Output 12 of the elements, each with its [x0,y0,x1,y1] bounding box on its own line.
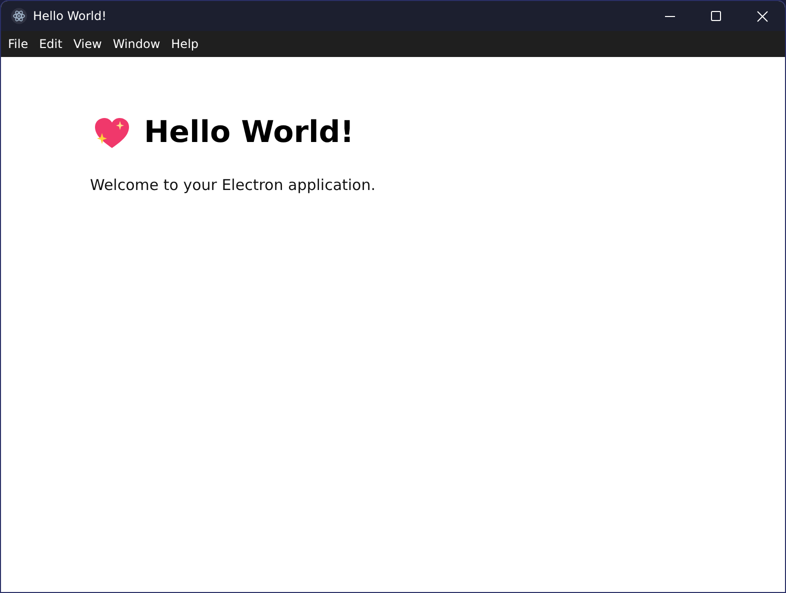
menu-item[interactable]: View [68,35,107,53]
menu-item[interactable]: File [3,35,34,53]
page-heading: Hello World! [144,115,354,150]
menu-item[interactable]: Window [108,35,166,53]
maximize-icon [711,11,721,21]
menu-item[interactable]: Edit [34,35,68,53]
menu-item[interactable]: Help [166,35,204,53]
window-title: Hello World! [33,9,106,23]
welcome-text: Welcome to your Electron application. [90,176,377,194]
atom-icon [11,8,27,24]
heart-icon [94,116,130,148]
close-icon [756,10,768,22]
